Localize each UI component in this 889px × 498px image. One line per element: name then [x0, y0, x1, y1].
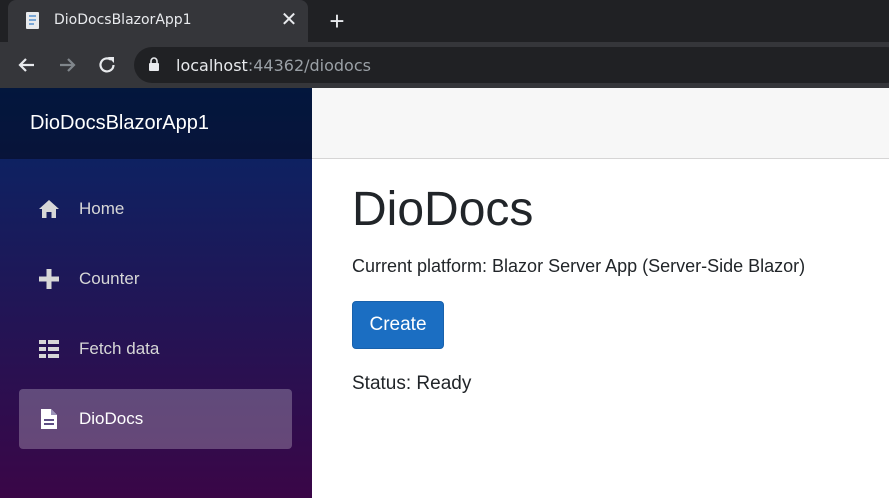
forward-arrow-icon[interactable] — [54, 52, 80, 78]
url-host: localhost — [176, 56, 248, 75]
sidebar-item-label: DioDocs — [79, 409, 144, 428]
close-tab-icon[interactable]: ✕ — [278, 9, 300, 31]
status-text: Status: Ready — [352, 373, 472, 394]
sidebar-item-home[interactable]: Home — [19, 179, 292, 239]
sidebar-item-counter[interactable]: Counter — [19, 249, 292, 309]
sidebar-item-fetch-data[interactable]: Fetch data — [19, 319, 292, 379]
tab-title: DioDocsBlazorApp1 — [54, 12, 192, 28]
address-bar[interactable]: localhost:44362/diodocs — [134, 47, 889, 83]
create-button[interactable]: Create — [352, 301, 444, 349]
main-top-row — [312, 88, 889, 159]
url-text: localhost:44362/diodocs — [176, 56, 371, 75]
sidebar-item-label: Counter — [79, 269, 140, 288]
sidebar-item-label: Fetch data — [79, 339, 160, 358]
platform-text: Current platform: Blazor Server App (Ser… — [352, 256, 806, 276]
browser-tab[interactable]: DioDocsBlazorApp1 ✕ — [8, 0, 308, 42]
sidebar-item-diodocs[interactable]: DioDocs — [19, 389, 292, 449]
sidebar: DioDocsBlazorApp1 Home Counter Fetch dat… — [0, 88, 312, 498]
plus-icon — [39, 269, 59, 289]
reload-icon[interactable] — [94, 52, 120, 78]
new-tab-icon[interactable]: + — [324, 8, 350, 34]
page-title: DioDocs — [352, 183, 534, 236]
browser-tab-strip: DioDocsBlazorApp1 ✕ + — [0, 0, 889, 42]
brand-bar: DioDocsBlazorApp1 — [0, 88, 312, 159]
document-icon — [41, 409, 57, 429]
brand-link[interactable]: DioDocsBlazorApp1 — [30, 112, 209, 135]
sidebar-item-label: Home — [79, 199, 125, 218]
browser-toolbar: localhost:44362/diodocs — [0, 42, 889, 88]
back-arrow-icon[interactable] — [14, 52, 40, 78]
lock-icon — [149, 57, 159, 71]
document-favicon-icon — [26, 12, 39, 29]
url-path: :44362/diodocs — [247, 56, 371, 75]
list-icon — [39, 340, 59, 358]
home-icon — [39, 200, 59, 218]
